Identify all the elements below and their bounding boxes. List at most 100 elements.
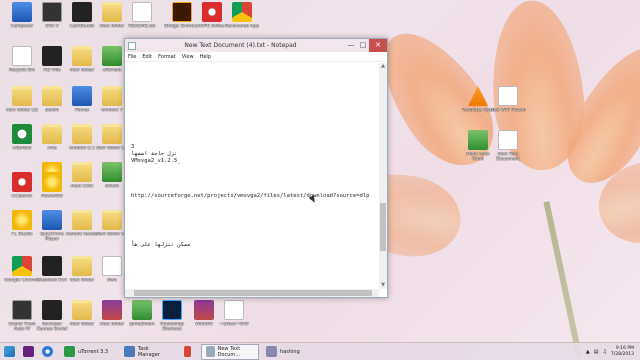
app-icon [132, 300, 152, 320]
dark-icon [42, 46, 62, 66]
desktop-icon-label: New Text Document [496, 152, 520, 162]
text-line [131, 74, 373, 81]
text-line: 3 [131, 144, 135, 150]
window-icon [266, 346, 277, 357]
folder-icon [72, 300, 92, 320]
text-line [131, 214, 373, 221]
folder-icon [72, 124, 92, 144]
minimize-button[interactable]: — [345, 39, 357, 52]
text-line [131, 109, 373, 116]
folder-icon [102, 86, 122, 106]
folder-icon [72, 46, 92, 66]
menu-format[interactable]: Format [158, 54, 176, 60]
menu-file[interactable]: File [128, 54, 136, 60]
desktop-icon[interactable]: ~$New~WW [216, 300, 252, 332]
flstudio-icon [12, 210, 32, 230]
notepad-icon [128, 41, 136, 50]
desktop-icon[interactable]: Photoshop Shortcut [154, 300, 190, 332]
menu-view[interactable]: View [182, 54, 194, 60]
gta-icon [12, 300, 32, 320]
folder-icon [72, 162, 92, 182]
desktop-icon[interactable]: uTorrent [4, 124, 40, 156]
taskbar-task-label: New Text Docum... [217, 345, 241, 358]
desktop-icon-label: ~$New~WW [219, 322, 249, 327]
network-icon[interactable]: ▤ [594, 349, 599, 355]
close-button[interactable]: ✕ [369, 39, 387, 52]
vertical-scrollbar[interactable]: ▲ ▼ [379, 63, 387, 289]
maximize-button[interactable]: □ [357, 39, 369, 52]
taskbar-task[interactable]: hashing [261, 344, 319, 360]
ccleaner-icon [12, 172, 32, 192]
folder-icon [72, 256, 92, 276]
system-tray: ▲ ▤ ♫ 9:16 PM 7/28/2013 [586, 346, 640, 358]
scroll-up-icon[interactable]: ▲ [379, 63, 387, 70]
bridge-icon [172, 2, 192, 22]
computer-icon [12, 2, 32, 22]
photoshop-icon [162, 300, 182, 320]
file-icon [498, 130, 518, 150]
taskbar-task[interactable]: New Text Docum... [201, 343, 259, 360]
desktop-icon[interactable]: New Text Document [490, 130, 526, 162]
menu-edit[interactable]: Edit [142, 54, 152, 60]
text-line: نزل حاجة اسمها [131, 151, 178, 157]
text-line [131, 221, 373, 228]
text-line: http://sourceforge.net/projects/vmsvga2/… [131, 193, 370, 199]
scroll-thumb[interactable] [380, 203, 386, 251]
menu-help[interactable]: Help [200, 54, 211, 60]
folder-icon [42, 124, 62, 144]
notepad-window[interactable]: New Text Document (4).txt - Notepad — □ … [124, 38, 388, 298]
folder-icon [12, 86, 32, 106]
text-line [131, 102, 373, 109]
text-editor-area[interactable]: 3 نزل حاجة اسمها VMsvga2_v1.2.5_ http://sou… [125, 63, 379, 289]
title-bar[interactable]: New Text Document (4).txt - Notepad — □ … [125, 39, 387, 52]
camera-icon [72, 2, 92, 22]
taskbar: uTorrent 3.3 Task Manager New Text Docum..… [0, 342, 640, 360]
scroll-down-icon[interactable]: ▼ [379, 282, 387, 289]
desktop-icon-label: Photoshop Shortcut [160, 322, 184, 332]
utorrent-icon [12, 124, 32, 144]
vlc-icon [468, 86, 488, 106]
office-icon [202, 2, 222, 22]
text-line [131, 116, 373, 123]
folder-icon [102, 2, 122, 22]
desktop-icon[interactable]: Recovered App [224, 2, 260, 34]
taskbar-task[interactable]: Task Manager [119, 344, 177, 360]
window-title: New Text Document (4).txt - Notepad [184, 42, 297, 49]
text-line: VMsvga2_v1.2.5_ [131, 158, 181, 164]
horizontal-scrollbar[interactable] [125, 289, 379, 297]
taskbar-tasks: uTorrent 3.3 Task Manager New Text Docum..… [57, 343, 319, 360]
taskbar-task[interactable] [179, 344, 199, 360]
ie-pin[interactable] [38, 344, 57, 360]
checkbox-icon [498, 86, 518, 106]
desktop-icon-label: New WIP Frozen [490, 108, 526, 113]
text-line [131, 200, 373, 207]
text-line [131, 172, 373, 179]
desktop-icon[interactable]: README.txt [124, 2, 160, 34]
winrar-icon [102, 300, 122, 320]
gta-icon [42, 2, 62, 22]
app-icon [102, 46, 122, 66]
taskbar-task[interactable]: uTorrent 3.3 [59, 344, 117, 360]
clock[interactable]: 9:16 PM 7/28/2013 [611, 346, 634, 358]
start-button[interactable] [0, 344, 19, 360]
text-line [131, 179, 373, 186]
text-line [131, 67, 373, 74]
rockstar-icon [42, 300, 62, 320]
internet-explorer-icon [42, 346, 53, 357]
clock-date: 7/28/2013 [610, 351, 634, 357]
recycle-icon [12, 46, 32, 66]
game-icon [42, 256, 62, 276]
folder-icon [102, 210, 122, 230]
text-line [131, 95, 373, 102]
tray-arrow-icon[interactable]: ▲ [586, 349, 590, 355]
desktop-icon[interactable]: New WIP Frozen [490, 86, 526, 118]
volume-icon[interactable]: ♫ [602, 349, 606, 355]
app-icon [468, 130, 488, 150]
winrar-icon [194, 300, 214, 320]
taskmanager-icon [124, 346, 135, 357]
hscroll-thumb[interactable] [134, 290, 372, 296]
visual-studio-pin[interactable] [19, 344, 38, 360]
chrome-icon [232, 2, 252, 22]
text-line [131, 207, 373, 214]
desktop-icon-label: uTorrent [12, 146, 32, 151]
